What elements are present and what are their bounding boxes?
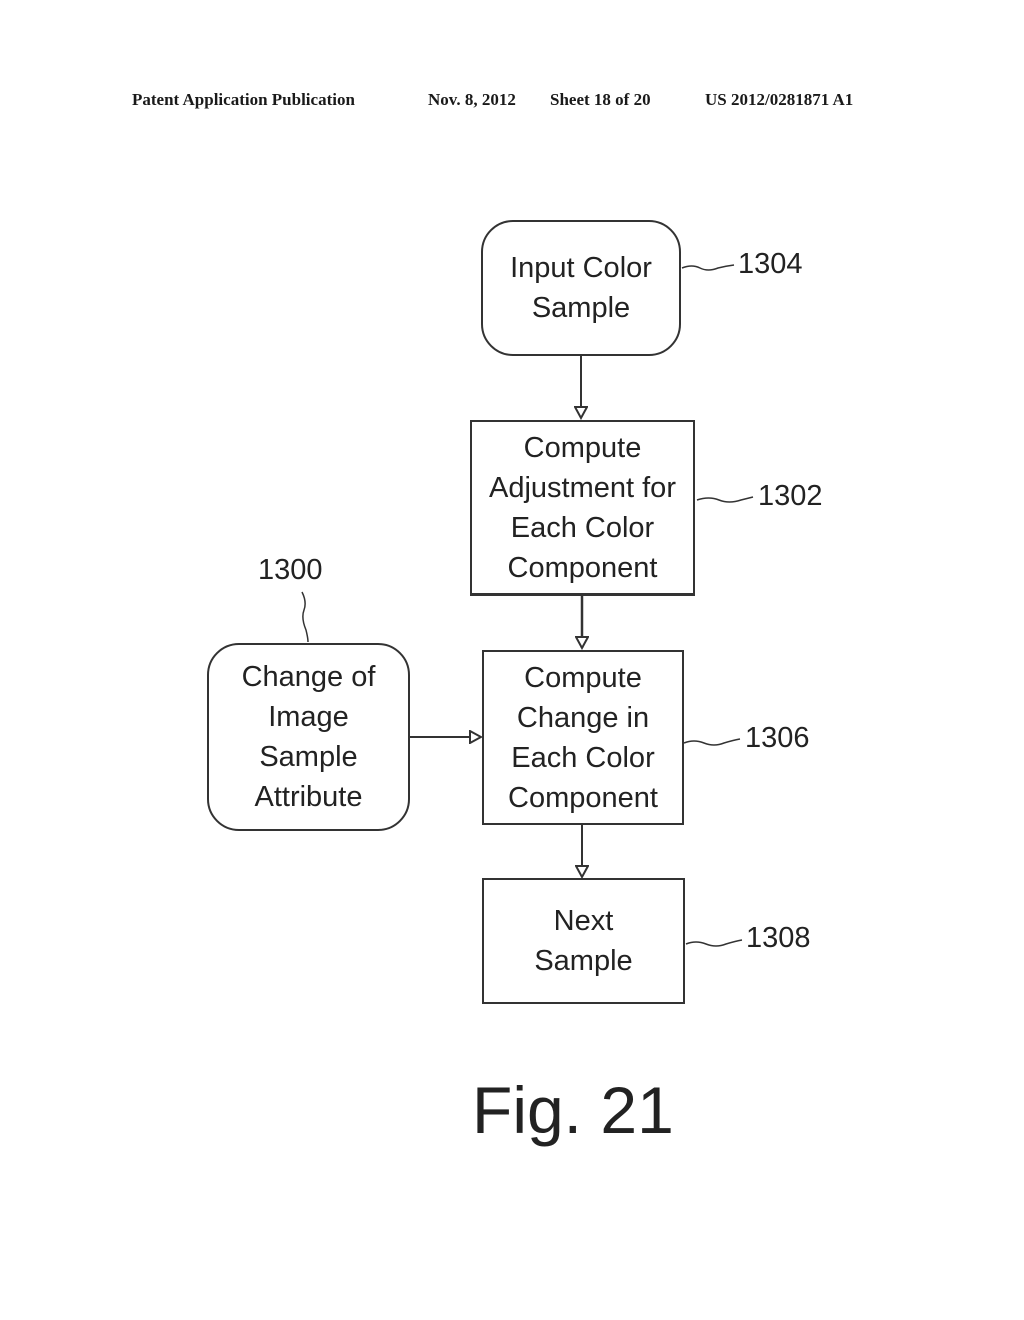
node-change-of-image-sample-attribute: Change of Image Sample Attribute (207, 643, 410, 831)
ref-label-1302: 1302 (758, 480, 823, 512)
node-next-sample: Next Sample (482, 878, 685, 1004)
leader-1304 (681, 264, 735, 271)
node-compute-change: Compute Change in Each Color Component (482, 650, 684, 825)
node-compute-adjustment: Compute Adjustment for Each Color Compon… (470, 420, 695, 596)
leader-1302 (696, 496, 754, 503)
leader-1306 (683, 738, 741, 746)
figure-caption: Fig. 21 (472, 1073, 674, 1147)
node-1302-text: Compute Adjustment for Each Color Compon… (489, 431, 676, 584)
node-1308-text: Next Sample (534, 905, 633, 977)
node-input-color-sample: Input Color Sample (481, 220, 681, 356)
ref-label-1300: 1300 (258, 554, 323, 586)
node-1304-text: Input Color Sample (510, 252, 652, 324)
ref-label-1308: 1308 (746, 922, 811, 954)
node-1300-text: Change of Image Sample Attribute (241, 661, 376, 813)
leader-1300 (301, 591, 309, 643)
node-1306-text: Compute Change in Each Color Component (508, 661, 658, 814)
ref-label-1306: 1306 (745, 722, 810, 754)
leader-1308 (685, 939, 743, 947)
ref-label-1304: 1304 (738, 248, 803, 280)
